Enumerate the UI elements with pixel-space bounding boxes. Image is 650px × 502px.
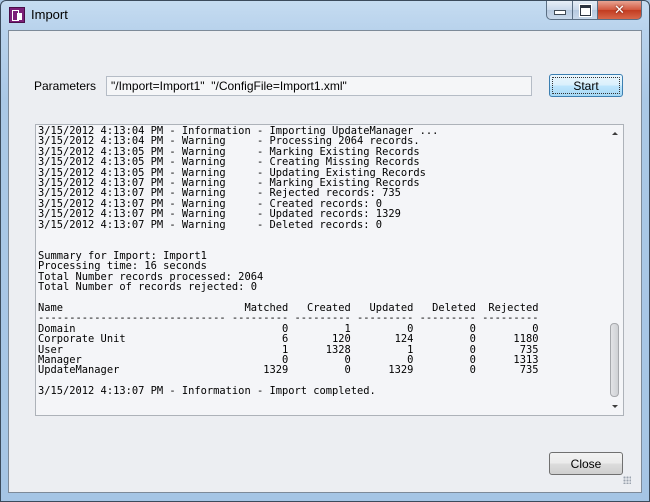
minimize-button[interactable] (546, 1, 572, 20)
window-close-button[interactable]: ✕ (598, 1, 642, 20)
window-title: Import (31, 7, 68, 22)
resize-grip-icon[interactable] (623, 476, 631, 484)
arrow-up-icon (611, 132, 618, 135)
log-scrollbar[interactable] (606, 125, 623, 415)
scroll-thumb[interactable] (610, 323, 619, 397)
start-button[interactable]: Start (549, 74, 623, 97)
window-frame: Import ✕ Parameters Start 3/15/2012 4:13… (0, 0, 650, 502)
log-line: UpdateManager 1329 0 1329 0 735 (38, 364, 539, 377)
import-app-icon (9, 7, 25, 23)
close-button[interactable]: Close (549, 452, 623, 475)
maximize-button[interactable] (572, 1, 598, 20)
close-icon: ✕ (614, 2, 625, 18)
focus-rectangle (552, 77, 620, 94)
parameters-input[interactable] (106, 76, 532, 96)
log-text: 3/15/2012 4:13:04 PM - Information - Imp… (38, 126, 538, 397)
scroll-down-button[interactable] (606, 398, 623, 415)
log-line: 3/15/2012 4:13:07 PM - Information - Imp… (38, 385, 376, 398)
log-line: 3/15/2012 4:13:07 PM - Warning - Deleted… (38, 218, 383, 231)
log-output[interactable]: 3/15/2012 4:13:04 PM - Information - Imp… (35, 124, 624, 416)
caption-buttons: ✕ (546, 1, 642, 21)
title-bar[interactable]: Import ✕ (1, 1, 649, 29)
dialog-body: Parameters Start 3/15/2012 4:13:04 PM - … (8, 30, 642, 493)
log-line: Total Number of records rejected: 0 (38, 281, 257, 294)
arrow-down-icon (611, 405, 618, 408)
parameters-label: Parameters (34, 79, 97, 93)
close-button-label: Close (570, 456, 602, 471)
scroll-up-button[interactable] (606, 125, 623, 142)
minimize-icon (553, 10, 566, 15)
maximize-icon (579, 4, 591, 16)
